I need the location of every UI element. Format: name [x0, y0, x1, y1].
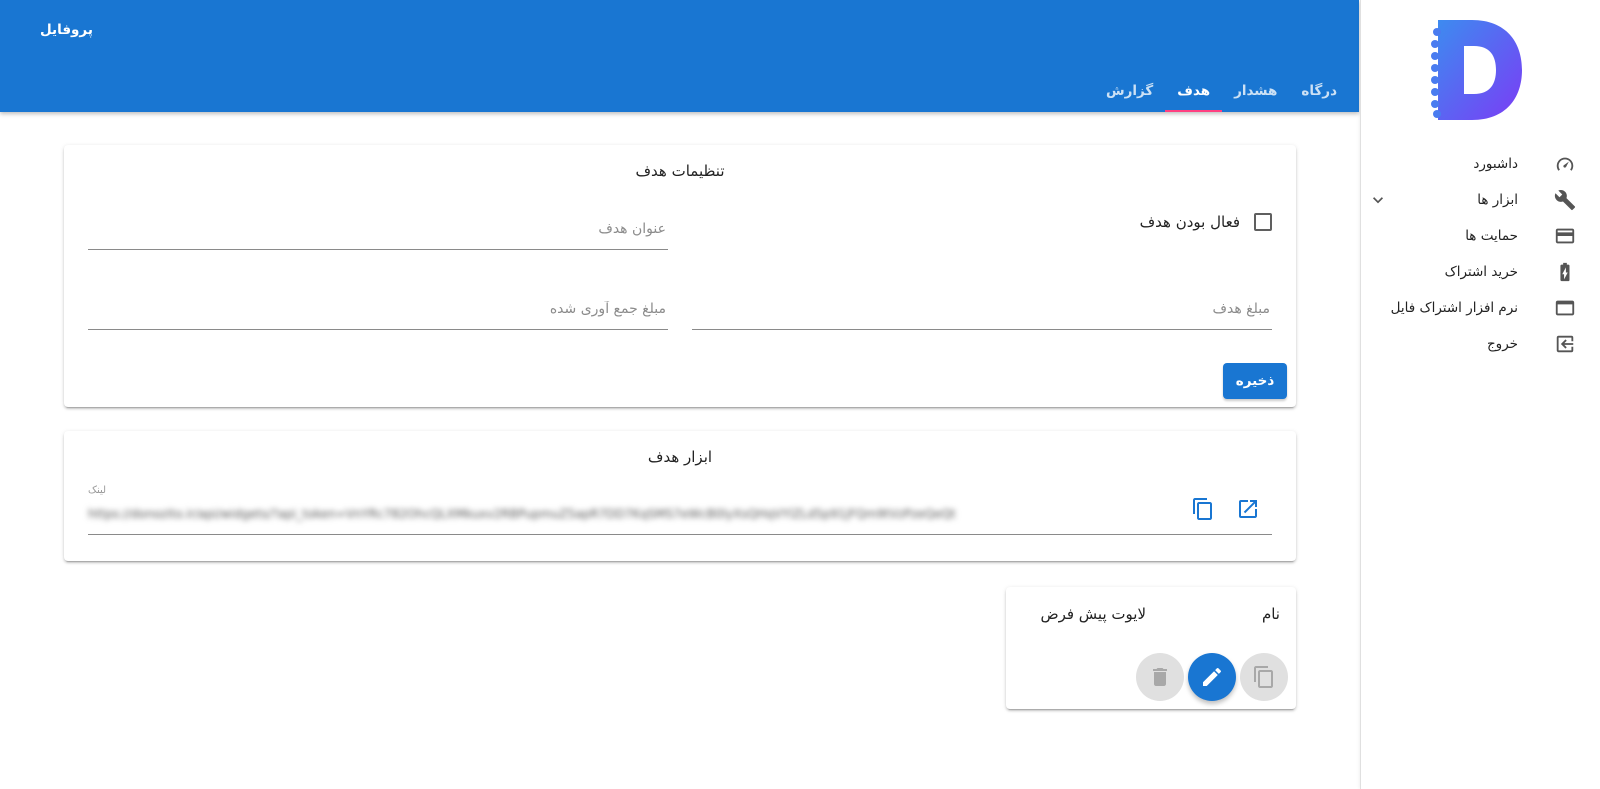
- window-icon: [1554, 297, 1576, 319]
- sidebar-item-logout[interactable]: خروج: [1360, 326, 1600, 362]
- sidebar-item-label: خروج: [1486, 336, 1518, 352]
- edit-layout-button[interactable]: [1188, 653, 1236, 701]
- tab-gateway[interactable]: درگاه: [1289, 70, 1349, 112]
- open-link-button[interactable]: [1234, 495, 1262, 523]
- sidebar-item-tools[interactable]: ابزار ها: [1360, 182, 1600, 218]
- card-title: ابزار هدف: [647, 448, 713, 466]
- open-in-new-icon: [1239, 500, 1257, 518]
- collected-amount-input[interactable]: [88, 288, 668, 329]
- tab-goal[interactable]: هدف: [1165, 70, 1222, 112]
- goal-active-checkbox[interactable]: فعال بودن هدف: [1140, 213, 1272, 231]
- collected-amount-field[interactable]: [88, 288, 668, 330]
- duplicate-layout-button[interactable]: [1240, 653, 1288, 701]
- tab-report[interactable]: گزارش: [1094, 70, 1165, 112]
- layout-card: نام لایوت پیش فرض: [1006, 587, 1296, 709]
- sidebar-item-label: داشبورد: [1473, 156, 1518, 172]
- checkbox-box[interactable]: [1254, 213, 1272, 231]
- save-button[interactable]: ذخیره: [1223, 363, 1287, 399]
- sidebar-item-label: نرم افزار اشتراک فایل: [1390, 300, 1518, 316]
- card-title: تنظیمات هدف: [635, 162, 725, 180]
- sidebar-item-file-sharing[interactable]: نرم افزار اشتراک فایل: [1360, 290, 1600, 326]
- chevron-down-icon[interactable]: [1368, 190, 1388, 210]
- battery-charging-icon: [1554, 261, 1576, 283]
- sidebar-item-subscription[interactable]: خرید اشتراک: [1360, 254, 1600, 290]
- layout-name-value: لایوت پیش فرض: [1040, 605, 1146, 623]
- checkbox-label: فعال بودن هدف: [1139, 213, 1240, 231]
- goal-settings-card: تنظیمات هدف فعال بودن هدف ذخیره: [64, 145, 1296, 407]
- sidebar-item-label: خرید اشتراک: [1444, 264, 1518, 280]
- profile-link[interactable]: پروفایل: [40, 22, 93, 38]
- goal-tools-card: ابزار هدف لینک https://donozito.ir/api/w…: [64, 431, 1296, 561]
- copy-icon: [1193, 498, 1212, 520]
- wrench-icon: [1554, 189, 1576, 211]
- goal-amount-input[interactable]: [692, 288, 1272, 329]
- link-value[interactable]: https://donozito.ir/api/widgets/?api_tok…: [88, 507, 1184, 521]
- copy-icon: [1254, 666, 1273, 688]
- navigation-drawer: داشبورد ابزار ها حمایت ها خرید اشتراک نر…: [1360, 0, 1600, 789]
- goal-title-field[interactable]: [88, 208, 668, 250]
- speedometer-icon: [1554, 153, 1576, 175]
- sidebar-item-donations[interactable]: حمایت ها: [1360, 218, 1600, 254]
- goal-title-input[interactable]: [88, 208, 668, 249]
- layout-name-label: نام: [1261, 605, 1280, 623]
- pencil-icon: [1203, 667, 1221, 686]
- tab-bar: درگاه هشدار هدف گزارش: [1094, 70, 1349, 112]
- credit-card-icon: [1554, 225, 1576, 247]
- copy-link-button[interactable]: [1189, 495, 1217, 523]
- goal-amount-field[interactable]: [692, 288, 1272, 330]
- top-app-bar: پروفایل درگاه هشدار هدف گزارش: [0, 0, 1359, 112]
- logo-d-icon: [1428, 18, 1524, 122]
- sidebar-nav: داشبورد ابزار ها حمایت ها خرید اشتراک نر…: [1360, 146, 1600, 362]
- delete-layout-button[interactable]: [1136, 653, 1184, 701]
- trash-icon: [1153, 668, 1167, 686]
- sidebar-item-dashboard[interactable]: داشبورد: [1360, 146, 1600, 182]
- sidebar-item-label: ابزار ها: [1477, 192, 1518, 208]
- sidebar-item-label: حمایت ها: [1465, 228, 1518, 244]
- tab-alert[interactable]: هشدار: [1222, 70, 1289, 112]
- logout-icon: [1554, 333, 1576, 355]
